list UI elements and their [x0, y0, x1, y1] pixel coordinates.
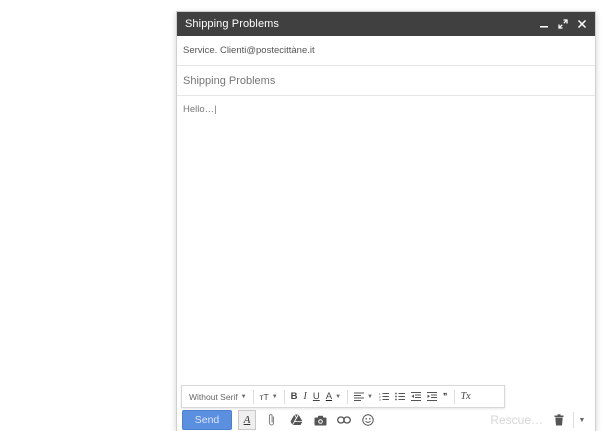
formatting-toolbar: Without Serif ▼ тT ▼ B I U A ▼ ▼ 123 ❞ T… — [181, 385, 505, 408]
toolbar-divider — [252, 389, 254, 404]
text-color-label: A — [325, 391, 333, 402]
numbered-list-button[interactable]: 123 — [376, 389, 392, 405]
indent-more-button[interactable] — [424, 389, 440, 405]
close-icon[interactable] — [577, 19, 587, 29]
link-icon[interactable] — [336, 412, 352, 428]
align-left-icon — [354, 392, 365, 401]
align-button[interactable]: ▼ — [351, 389, 376, 405]
formatting-options-toggle[interactable]: A — [238, 410, 256, 430]
more-options-icon[interactable]: ▼ — [573, 412, 590, 428]
italic-button[interactable]: I — [301, 389, 310, 405]
text-color-button[interactable]: A ▼ — [323, 389, 344, 405]
chevron-down-icon: ▼ — [271, 393, 278, 400]
chevron-down-icon: ▼ — [367, 393, 373, 400]
emoji-icon[interactable] — [360, 412, 376, 428]
toolbar-divider — [283, 389, 285, 404]
indent-more-icon — [427, 392, 437, 401]
remove-formatting-button[interactable]: Tx — [458, 389, 474, 405]
underline-button[interactable]: U — [310, 389, 323, 405]
chevron-down-icon: ▼ — [335, 393, 342, 400]
bulleted-list-button[interactable] — [392, 389, 408, 405]
subject-input[interactable] — [183, 74, 589, 87]
quote-button[interactable]: ❞ — [440, 389, 451, 405]
attach-icon[interactable] — [264, 412, 280, 428]
toolbar-divider — [347, 389, 349, 404]
svg-text:3: 3 — [379, 398, 381, 401]
bulleted-list-icon — [395, 392, 405, 401]
message-text: Hello…| — [183, 104, 217, 115]
compose-title: Shipping Problems — [185, 18, 280, 30]
indent-less-icon — [411, 392, 421, 401]
send-button[interactable]: Send — [182, 410, 232, 430]
indent-less-button[interactable] — [408, 389, 424, 405]
minimize-icon[interactable] — [539, 19, 549, 29]
rescue-label: Rescue… — [490, 413, 543, 427]
font-size-label: тT — [259, 391, 269, 402]
window-controls — [539, 19, 587, 29]
font-size-select[interactable]: тT ▼ — [257, 389, 281, 405]
subject-row — [177, 66, 595, 96]
compose-window: Shipping Problems Service. Clienti@poste… — [176, 11, 596, 431]
bold-button[interactable]: B — [288, 389, 301, 405]
numbered-list-icon: 123 — [379, 392, 389, 401]
font-family-select[interactable]: Without Serif ▼ — [186, 389, 250, 405]
expand-icon[interactable] — [558, 19, 568, 29]
font-family-label: Without Serif — [189, 391, 238, 402]
chevron-down-icon: ▼ — [240, 393, 247, 400]
toolbar-divider — [453, 389, 455, 404]
camera-icon[interactable] — [312, 412, 328, 428]
drive-icon[interactable] — [288, 412, 304, 428]
to-field[interactable]: Service. Clienti@postecittàne.it — [177, 36, 595, 66]
trash-icon[interactable] — [551, 412, 567, 428]
to-recipient: Service. Clienti@postecittàne.it — [183, 45, 315, 56]
message-body[interactable]: Hello…| — [177, 96, 595, 381]
compose-bottom-bar: Send A Rescue… ▼ — [177, 409, 595, 431]
compose-titlebar[interactable]: Shipping Problems — [177, 12, 595, 36]
